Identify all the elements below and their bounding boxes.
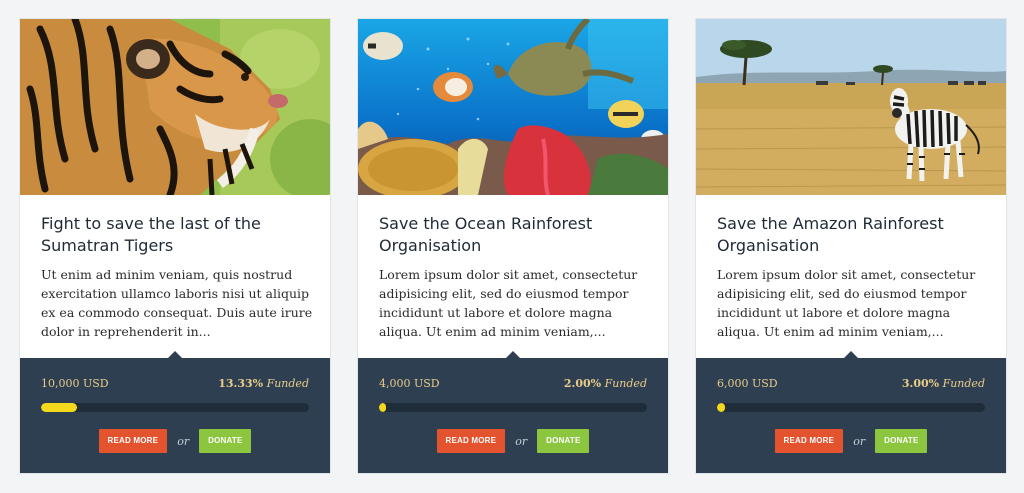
donate-button[interactable]: Donate — [537, 429, 590, 453]
card-footer: 10,000 USD 13.33% Funded Read More or Do… — [20, 351, 330, 473]
funded-percent: 2.00% — [563, 377, 602, 390]
footer-notch — [506, 351, 520, 358]
or-separator: or — [853, 434, 866, 448]
goal-amount: 10,000 USD — [41, 377, 109, 390]
card-actions: Read More or Donate — [696, 429, 1006, 453]
tiger-image[interactable] — [20, 19, 330, 195]
footer-notch — [844, 351, 858, 358]
card-actions: Read More or Donate — [358, 429, 668, 453]
goal-amount: 4,000 USD — [379, 377, 440, 390]
card-title[interactable]: Save the Amazon Rainforest Organisation — [717, 213, 987, 257]
progress-bar — [379, 403, 647, 412]
funded-percent: 3.00% — [901, 377, 940, 390]
progress-fill — [379, 403, 386, 412]
funded-status: 13.33% Funded — [218, 377, 309, 390]
progress-bar — [41, 403, 309, 412]
funded-label: Funded — [604, 377, 647, 390]
or-separator: or — [515, 434, 528, 448]
campaign-card-tigers: Fight to save the last of the Sumatran T… — [19, 18, 331, 474]
card-footer: 4,000 USD 2.00% Funded Read More or Dona… — [358, 351, 668, 473]
card-footer: 6,000 USD 3.00% Funded Read More or Dona… — [696, 351, 1006, 473]
donate-button[interactable]: Donate — [875, 429, 928, 453]
card-excerpt: Ut enim ad minim veniam, quis nostrud ex… — [41, 267, 313, 339]
or-separator: or — [177, 434, 190, 448]
funded-label: Funded — [942, 377, 985, 390]
read-more-button[interactable]: Read More — [774, 429, 844, 453]
read-more-button[interactable]: Read More — [436, 429, 506, 453]
donate-button[interactable]: Donate — [199, 429, 252, 453]
progress-bar — [717, 403, 985, 412]
read-more-button[interactable]: Read More — [98, 429, 168, 453]
campaign-card-ocean: Save the Ocean Rainforest Organisation L… — [357, 18, 669, 474]
funded-percent: 13.33% — [218, 377, 264, 390]
footer-notch — [168, 351, 182, 358]
progress-fill — [717, 403, 726, 412]
funded-status: 3.00% Funded — [902, 377, 985, 390]
funded-status: 2.00% Funded — [564, 377, 647, 390]
card-title[interactable]: Fight to save the last of the Sumatran T… — [41, 213, 311, 257]
goal-amount: 6,000 USD — [717, 377, 778, 390]
funded-label: Funded — [266, 377, 309, 390]
ocean-reef-image[interactable] — [358, 19, 668, 195]
campaign-card-amazon: Save the Amazon Rainforest Organisation … — [695, 18, 1007, 474]
card-title[interactable]: Save the Ocean Rainforest Organisation — [379, 213, 649, 257]
progress-fill — [41, 403, 77, 412]
card-excerpt: Lorem ipsum dolor sit amet, consectetur … — [379, 267, 638, 339]
card-actions: Read More or Donate — [20, 429, 330, 453]
savanna-zebra-image[interactable] — [696, 19, 1006, 195]
card-excerpt: Lorem ipsum dolor sit amet, consectetur … — [717, 267, 976, 339]
